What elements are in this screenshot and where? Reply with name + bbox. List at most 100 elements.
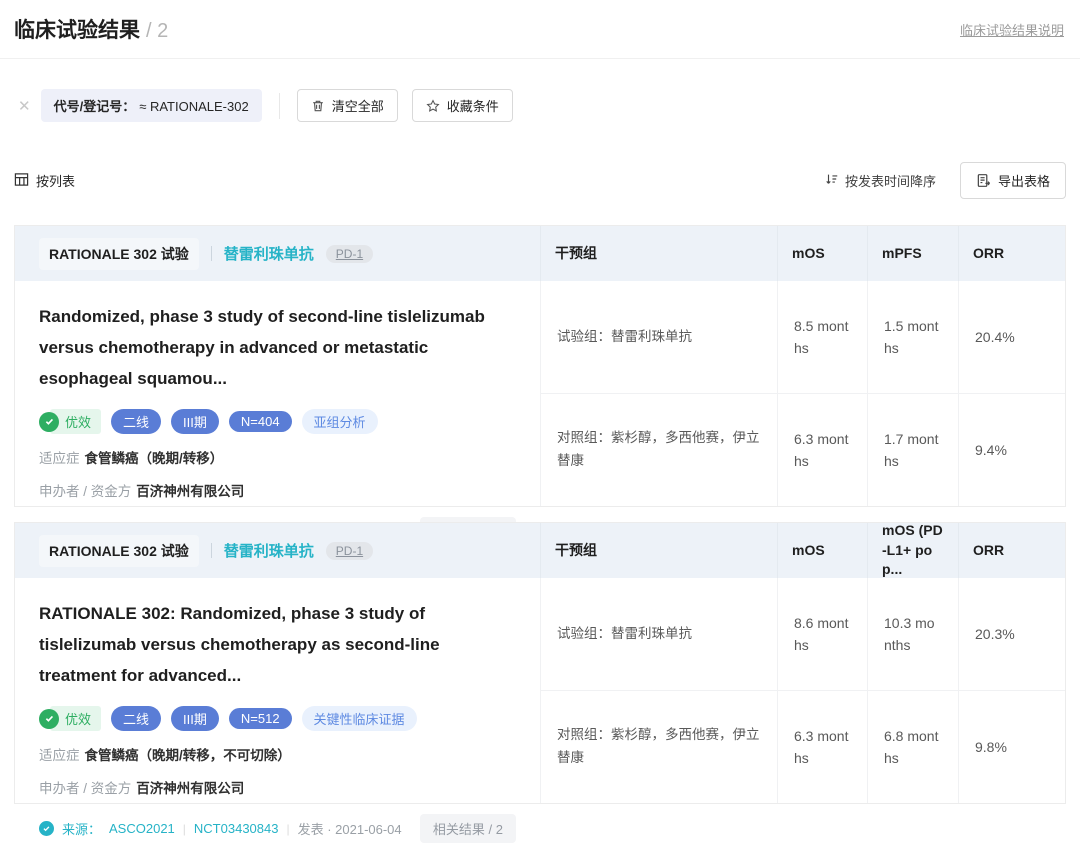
drug-link[interactable]: 替雷利珠单抗 — [224, 540, 314, 561]
column-header-mpfs: mPFS — [867, 226, 958, 281]
toolbar-right: 按发表时间降序 导出表格 — [825, 162, 1066, 199]
orr-cell: 9.4% — [958, 393, 1065, 506]
trash-icon — [311, 99, 325, 113]
sponsor-value: 百济神州有限公司 — [136, 781, 244, 796]
trial-card: RATIONALE 302 试验 替雷利珠单抗 PD-1 干预组 mOS mPF… — [14, 225, 1066, 507]
mpfs-cell: 1.7 months — [867, 393, 958, 506]
indication-line: 适应症食管鳞癌（晚期/转移，不可切除） — [39, 744, 516, 764]
sponsor-label: 申办者 / 资金方 — [39, 781, 131, 796]
column-header-mos: mOS — [777, 226, 867, 281]
related-results-button[interactable]: 相关结果 / 2 — [420, 814, 516, 843]
divider — [211, 246, 212, 261]
filter-tag-label: 代号/登记号： — [54, 99, 136, 114]
line-badge: 二线 — [111, 706, 161, 731]
divider: | — [286, 822, 289, 836]
badge-row: 优效 二线 III期 N=404 亚组分析 — [39, 409, 516, 434]
mos-cell: 6.3 months — [777, 690, 867, 803]
page-title: 临床试验结果 / 2 — [14, 14, 168, 44]
mos-cell: 6.3 months — [777, 393, 867, 506]
mos-cell: 8.6 months — [777, 578, 867, 690]
mos-pdl1-cell: 6.8 months — [867, 690, 958, 803]
column-header-orr: ORR — [958, 226, 1065, 281]
badge-row: 优效 二线 III期 N=512 关键性临床证据 — [39, 706, 516, 731]
divider: | — [183, 822, 186, 836]
n-badge: N=404 — [229, 411, 292, 432]
sort-control[interactable]: 按发表时间降序 — [825, 171, 936, 190]
clear-all-label: 清空全部 — [332, 96, 384, 115]
result-badge: 优效 — [39, 409, 101, 434]
check-seal-icon — [39, 709, 59, 729]
filter-tag[interactable]: 代号/登记号：≈ RATIONALE-302 — [41, 89, 262, 122]
card-header: RATIONALE 302 试验 替雷利珠单抗 PD-1 — [15, 523, 540, 578]
divider — [279, 93, 280, 119]
source-left: 来源： ASCO2021 | NCT03430843 | 发表 · 2021-0… — [39, 819, 420, 838]
publish-date: 发表 · 2021-06-04 — [298, 819, 402, 838]
study-title-link[interactable]: Randomized, phase 3 study of second-line… — [39, 301, 516, 394]
export-icon — [976, 173, 991, 188]
orr-cell: 9.8% — [958, 690, 1065, 803]
sponsor-value: 百济神州有限公司 — [136, 484, 244, 499]
orr-cell: 20.3% — [958, 578, 1065, 690]
drug-link[interactable]: 替雷利珠单抗 — [224, 243, 314, 264]
view-mode-label: 按列表 — [36, 171, 75, 190]
result-badge: 优效 — [39, 706, 101, 731]
group-cell: 对照组：紫杉醇，多西他赛，伊立替康 — [540, 690, 777, 803]
indication-label: 适应症 — [39, 451, 80, 466]
trial-card: RATIONALE 302 试验 替雷利珠单抗 PD-1 干预组 mOS mOS… — [14, 522, 1066, 804]
phase-badge: III期 — [171, 706, 219, 731]
column-header-group: 干预组 — [540, 226, 777, 281]
export-table-button[interactable]: 导出表格 — [960, 162, 1066, 199]
filter-bar: ✕ 代号/登记号：≈ RATIONALE-302 清空全部 收藏条件 — [0, 59, 1080, 122]
trial-name-tag[interactable]: RATIONALE 302 试验 — [39, 238, 199, 270]
check-seal-icon — [39, 412, 59, 432]
export-label: 导出表格 — [998, 171, 1050, 190]
indication-value: 食管鳞癌（晚期/转移，不可切除） — [85, 748, 291, 763]
trial-name-tag[interactable]: RATIONALE 302 试验 — [39, 535, 199, 567]
star-icon — [426, 99, 440, 113]
column-header-group: 干预组 — [540, 523, 777, 578]
favorite-button[interactable]: 收藏条件 — [412, 89, 513, 122]
toolbar: 按列表 按发表时间降序 导出表格 — [0, 162, 1080, 199]
target-tag[interactable]: PD-1 — [326, 542, 373, 560]
n-badge: N=512 — [229, 708, 292, 729]
group-cell: 对照组：紫杉醇，多西他赛，伊立替康 — [540, 393, 777, 506]
evidence-badge: 关键性临床证据 — [302, 706, 417, 731]
clear-all-button[interactable]: 清空全部 — [297, 89, 398, 122]
mos-cell: 8.5 months — [777, 281, 867, 393]
source-label: 来源： — [62, 819, 101, 838]
study-title-link[interactable]: RATIONALE 302: Randomized, phase 3 study… — [39, 598, 516, 691]
remove-filter-icon[interactable]: ✕ — [18, 97, 31, 115]
source-link[interactable]: ASCO2021 — [109, 821, 175, 836]
registry-link[interactable]: NCT03430843 — [194, 821, 279, 836]
sponsor-line: 申办者 / 资金方百济神州有限公司 — [39, 777, 516, 797]
list-view-icon — [14, 172, 29, 190]
analysis-badge: 亚组分析 — [302, 409, 378, 434]
mos-pdl1-cell: 10.3 months — [867, 578, 958, 690]
column-header-orr: ORR — [958, 523, 1065, 578]
group-cell: 试验组：替雷利珠单抗 — [540, 578, 777, 690]
help-link[interactable]: 临床试验结果说明 — [960, 20, 1064, 39]
phase-badge: III期 — [171, 409, 219, 434]
sort-label: 按发表时间降序 — [845, 171, 936, 190]
favorite-label: 收藏条件 — [447, 96, 499, 115]
card-header: RATIONALE 302 试验 替雷利珠单抗 PD-1 — [15, 226, 540, 281]
study-info: RATIONALE 302: Randomized, phase 3 study… — [15, 578, 540, 803]
verified-icon — [39, 821, 54, 836]
orr-cell: 20.4% — [958, 281, 1065, 393]
source-line: 来源： ASCO2021 | NCT03430843 | 发表 · 2021-0… — [39, 814, 516, 843]
indication-line: 适应症食管鳞癌（晚期/转移） — [39, 447, 516, 467]
divider — [211, 543, 212, 558]
sponsor-label: 申办者 / 资金方 — [39, 484, 131, 499]
sort-descending-icon — [825, 172, 839, 189]
page-title-text: 临床试验结果 — [14, 19, 140, 42]
result-cards: RATIONALE 302 试验 替雷利珠单抗 PD-1 干预组 mOS mPF… — [14, 225, 1066, 804]
study-info: Randomized, phase 3 study of second-line… — [15, 281, 540, 506]
view-mode-toggle[interactable]: 按列表 — [14, 171, 75, 190]
group-cell: 试验组：替雷利珠单抗 — [540, 281, 777, 393]
line-badge: 二线 — [111, 409, 161, 434]
sponsor-line: 申办者 / 资金方百济神州有限公司 — [39, 480, 516, 500]
result-count: / 2 — [146, 20, 168, 42]
target-tag[interactable]: PD-1 — [326, 245, 373, 263]
indication-value: 食管鳞癌（晚期/转移） — [85, 451, 224, 466]
column-header-mos-pdl1: mOS (PD-L1+ pop... — [867, 523, 958, 578]
